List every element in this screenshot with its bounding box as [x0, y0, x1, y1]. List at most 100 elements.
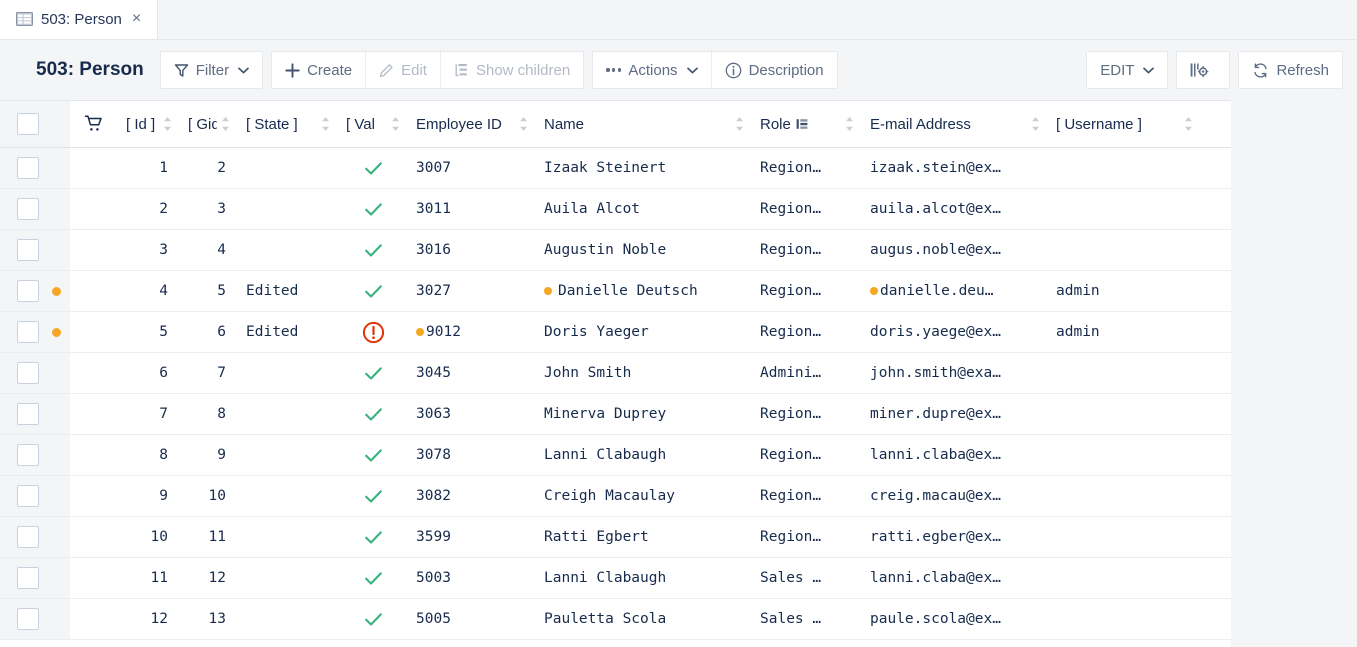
cell-valid[interactable] — [338, 230, 408, 270]
row-checkbox[interactable] — [17, 362, 39, 384]
column-header-employee-id[interactable]: Employee ID — [408, 101, 536, 147]
cell-gid[interactable]: 6 — [180, 312, 238, 352]
cell-username[interactable] — [1048, 230, 1201, 270]
column-header-id[interactable]: [ Id ] — [118, 101, 180, 147]
cell-state[interactable] — [238, 230, 338, 270]
cell-role[interactable]: Region… — [752, 394, 862, 434]
edit-button[interactable]: Edit — [366, 52, 441, 88]
cell-state[interactable] — [238, 394, 338, 434]
tab-503-person[interactable]: 503: Person × — [0, 0, 158, 39]
sort-icon[interactable] — [163, 116, 172, 132]
table-row[interactable]: 11125003Lanni ClabaughSales …lanni.claba… — [0, 558, 1231, 599]
cell-state[interactable] — [238, 558, 338, 598]
cell-employee-id[interactable]: 5003 — [408, 558, 536, 598]
column-header-role[interactable]: Role — [752, 101, 862, 147]
cell-username[interactable] — [1048, 148, 1201, 188]
column-header-val[interactable]: [ Val — [338, 101, 408, 147]
sort-icon[interactable] — [1031, 116, 1040, 132]
cell-valid[interactable] — [338, 353, 408, 393]
cell-state[interactable] — [238, 435, 338, 475]
cell-username[interactable] — [1048, 353, 1201, 393]
cell-name[interactable]: Augustin Noble — [536, 230, 752, 270]
sort-icon[interactable] — [321, 116, 330, 132]
cell-name[interactable]: Pauletta Scola — [536, 599, 752, 639]
cell-role[interactable]: Region… — [752, 230, 862, 270]
cell-username[interactable] — [1048, 394, 1201, 434]
sort-icon[interactable] — [221, 116, 230, 132]
cell-email[interactable]: lanni.claba@ex… — [862, 435, 1048, 475]
cell-id[interactable]: 4 — [118, 271, 180, 311]
cell-gid[interactable]: 10 — [180, 476, 238, 516]
table-row[interactable]: 12135005Pauletta ScolaSales …paule.scola… — [0, 599, 1231, 640]
sort-icon[interactable] — [391, 116, 400, 132]
cell-username[interactable] — [1048, 435, 1201, 475]
cell-username[interactable]: admin — [1048, 312, 1201, 352]
table-row[interactable]: 233011Auila AlcotRegion…auila.alcot@ex… — [0, 189, 1231, 230]
cell-id[interactable]: 1 — [118, 148, 180, 188]
cell-id[interactable]: 12 — [118, 599, 180, 639]
cell-role[interactable]: Region… — [752, 189, 862, 229]
cell-role[interactable]: Region… — [752, 271, 862, 311]
cell-gid[interactable]: 13 — [180, 599, 238, 639]
edit-mode-button[interactable]: EDIT — [1087, 52, 1167, 88]
cell-username[interactable] — [1048, 517, 1201, 557]
cell-state[interactable] — [238, 476, 338, 516]
cell-username[interactable] — [1048, 189, 1201, 229]
cell-name[interactable]: Lanni Clabaugh — [536, 435, 752, 475]
cell-state[interactable] — [238, 599, 338, 639]
cell-username[interactable]: admin — [1048, 271, 1201, 311]
cell-email[interactable]: miner.dupre@ex… — [862, 394, 1048, 434]
cell-gid[interactable]: 3 — [180, 189, 238, 229]
column-header-name[interactable]: Name — [536, 101, 752, 147]
cell-employee-id[interactable]: 9012 — [408, 312, 536, 352]
close-icon[interactable]: × — [130, 11, 143, 27]
cell-role[interactable]: Region… — [752, 476, 862, 516]
column-header-email[interactable]: E-mail Address — [862, 101, 1048, 147]
row-checkbox[interactable] — [17, 444, 39, 466]
table-row[interactable]: 783063Minerva DupreyRegion…miner.dupre@e… — [0, 394, 1231, 435]
cell-employee-id[interactable]: 3016 — [408, 230, 536, 270]
cell-gid[interactable]: 12 — [180, 558, 238, 598]
cell-valid[interactable] — [338, 599, 408, 639]
cell-gid[interactable]: 4 — [180, 230, 238, 270]
table-row[interactable]: 45Edited3027Danielle DeutschRegion…danie… — [0, 271, 1231, 312]
cell-gid[interactable]: 5 — [180, 271, 238, 311]
grid-settings-button[interactable] — [1177, 52, 1229, 88]
cell-id[interactable]: 9 — [118, 476, 180, 516]
cell-id[interactable]: 5 — [118, 312, 180, 352]
cell-state[interactable]: Edited — [238, 271, 338, 311]
row-checkbox[interactable] — [17, 198, 39, 220]
cell-gid[interactable]: 2 — [180, 148, 238, 188]
row-checkbox[interactable] — [17, 567, 39, 589]
cell-email[interactable]: john.smith@exa… — [862, 353, 1048, 393]
cell-role[interactable]: Sales … — [752, 558, 862, 598]
cell-role[interactable]: Sales … — [752, 599, 862, 639]
cell-employee-id[interactable]: 3045 — [408, 353, 536, 393]
cell-email[interactable]: danielle.deu… — [862, 271, 1048, 311]
row-checkbox[interactable] — [17, 321, 39, 343]
cell-email[interactable]: doris.yaege@ex… — [862, 312, 1048, 352]
cell-name[interactable]: Lanni Clabaugh — [536, 558, 752, 598]
sort-icon[interactable] — [845, 116, 854, 132]
cell-name[interactable]: Izaak Steinert — [536, 148, 752, 188]
cell-name[interactable]: John Smith — [536, 353, 752, 393]
cell-name[interactable]: Danielle Deutsch — [536, 271, 752, 311]
cell-id[interactable]: 8 — [118, 435, 180, 475]
cell-id[interactable]: 3 — [118, 230, 180, 270]
table-row[interactable]: 673045John SmithAdmini…john.smith@exa… — [0, 353, 1231, 394]
cell-valid[interactable] — [338, 271, 408, 311]
table-row[interactable]: 9103082Creigh MacaulayRegion…creig.macau… — [0, 476, 1231, 517]
cell-employee-id[interactable]: 3007 — [408, 148, 536, 188]
column-header-gid[interactable]: [ Gid ] — [180, 101, 238, 147]
cell-id[interactable]: 10 — [118, 517, 180, 557]
cell-id[interactable]: 11 — [118, 558, 180, 598]
actions-button[interactable]: Actions — [593, 52, 711, 88]
cell-state[interactable]: Edited — [238, 312, 338, 352]
cell-valid[interactable] — [338, 558, 408, 598]
sort-icon[interactable] — [519, 116, 528, 132]
cell-role[interactable]: Region… — [752, 312, 862, 352]
cell-state[interactable] — [238, 517, 338, 557]
cell-valid[interactable] — [338, 394, 408, 434]
cell-employee-id[interactable]: 3599 — [408, 517, 536, 557]
cell-name[interactable]: Ratti Egbert — [536, 517, 752, 557]
